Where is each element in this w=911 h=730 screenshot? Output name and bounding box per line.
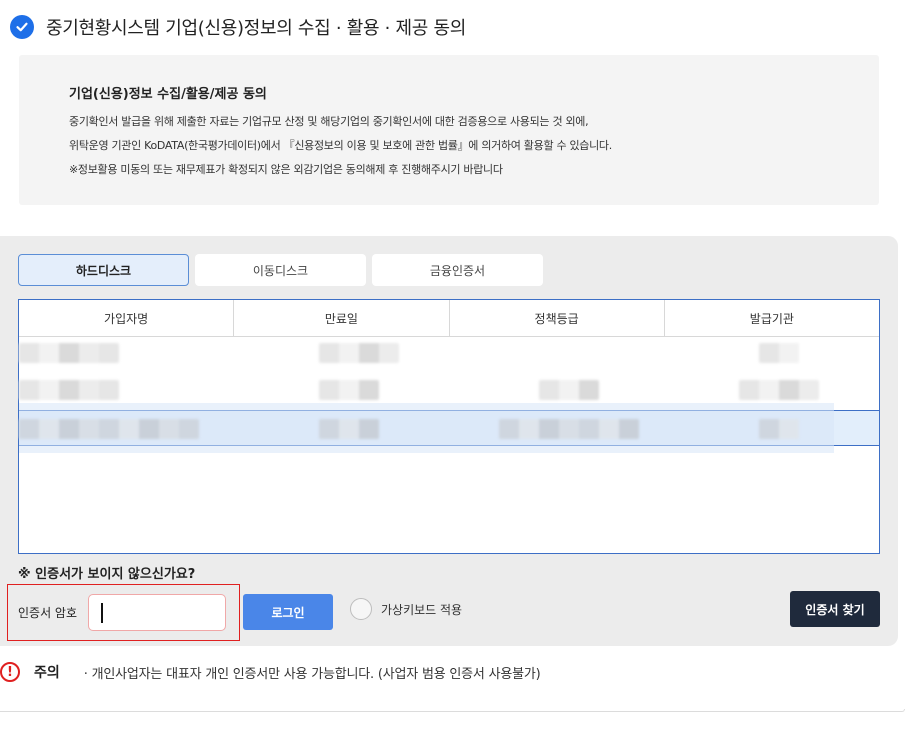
- redacted-cell: [759, 419, 799, 439]
- login-button[interactable]: 로그인: [243, 594, 333, 630]
- redacted-cell: [19, 419, 199, 439]
- storage-tabs: 하드디스크 이동디스크 금융인증서: [18, 254, 543, 286]
- table-row[interactable]: [19, 338, 879, 368]
- certificate-panel: 하드디스크 이동디스크 금융인증서 가입자명 만료일 정책등급 발급기관 ※ 인…: [0, 236, 898, 646]
- redacted-cell: [319, 380, 379, 400]
- exclamation-circle-icon: !: [0, 662, 20, 682]
- section-header: 중기현황시스템 기업(신용)정보의 수집 · 활용 · 제공 동의: [10, 14, 466, 40]
- radio-icon[interactable]: [350, 598, 372, 620]
- redacted-cell: [19, 343, 119, 363]
- tab-hard-disk[interactable]: 하드디스크: [18, 254, 189, 286]
- table-row-selected[interactable]: [19, 403, 879, 453]
- redacted-cell: [319, 419, 379, 439]
- redacted-cell: [759, 343, 799, 363]
- section-title: 중기현황시스템 기업(신용)정보의 수집 · 활용 · 제공 동의: [46, 18, 466, 39]
- consent-box: 기업(신용)정보 수집/활용/제공 동의 중기확인서 발급을 위해 제출한 자료…: [19, 55, 879, 205]
- tab-financial-certificate[interactable]: 금융인증서: [372, 254, 543, 286]
- column-header-subscriber: 가입자명: [19, 300, 235, 336]
- check-circle-icon: [10, 15, 34, 39]
- password-input[interactable]: [88, 594, 227, 631]
- consent-line: 위탁운영 기관인 KoDATA(한국평가데이터)에서 『신용정보의 이용 및 보…: [69, 139, 612, 152]
- virtual-keyboard-label: 가상키보드 적용: [381, 602, 463, 617]
- consent-line: ※정보활용 미동의 또는 재무제표가 확정되지 않은 외감기업은 동의해제 후 …: [69, 163, 503, 176]
- consent-heading: 기업(신용)정보 수집/활용/제공 동의: [69, 87, 267, 102]
- password-label: 인증서 암호: [18, 606, 78, 620]
- text-caret: [101, 603, 103, 623]
- redacted-cell: [19, 380, 119, 400]
- column-header-issuer: 발급기관: [749, 311, 794, 326]
- password-area: 인증서 암호: [7, 584, 240, 641]
- table-row[interactable]: [19, 375, 879, 405]
- find-certificate-button[interactable]: 인증서 찾기: [790, 591, 880, 627]
- redacted-cell: [539, 380, 599, 400]
- redacted-cell: [739, 380, 819, 400]
- column-header-expiry: 만료일: [234, 300, 450, 336]
- certificate-table: 가입자명 만료일 정책등급 발급기관: [18, 299, 880, 554]
- divider: [0, 709, 905, 712]
- column-header-policy: 정책등급: [450, 300, 665, 336]
- notice-text: · 개인사업자는 대표자 개인 인증서만 사용 가능합니다. (사업자 범용 인…: [83, 666, 541, 682]
- redacted-cell: [499, 419, 639, 439]
- redacted-cell: [319, 343, 399, 363]
- consent-line: 중기확인서 발급을 위해 제출한 자료는 기업규모 산정 및 해당기업의 중기확…: [69, 115, 589, 128]
- virtual-keyboard-toggle[interactable]: 가상키보드 적용: [350, 598, 462, 620]
- notice-title: 주의: [34, 665, 60, 681]
- notice: ! 주의 · 개인사업자는 대표자 개인 인증서만 사용 가능합니다. (사업자…: [0, 662, 541, 682]
- missing-certificate-link[interactable]: ※ 인증서가 보이지 않으신가요?: [18, 563, 195, 582]
- tab-removable-disk[interactable]: 이동디스크: [195, 254, 366, 286]
- table-header: 가입자명 만료일 정책등급 발급기관: [19, 300, 879, 337]
